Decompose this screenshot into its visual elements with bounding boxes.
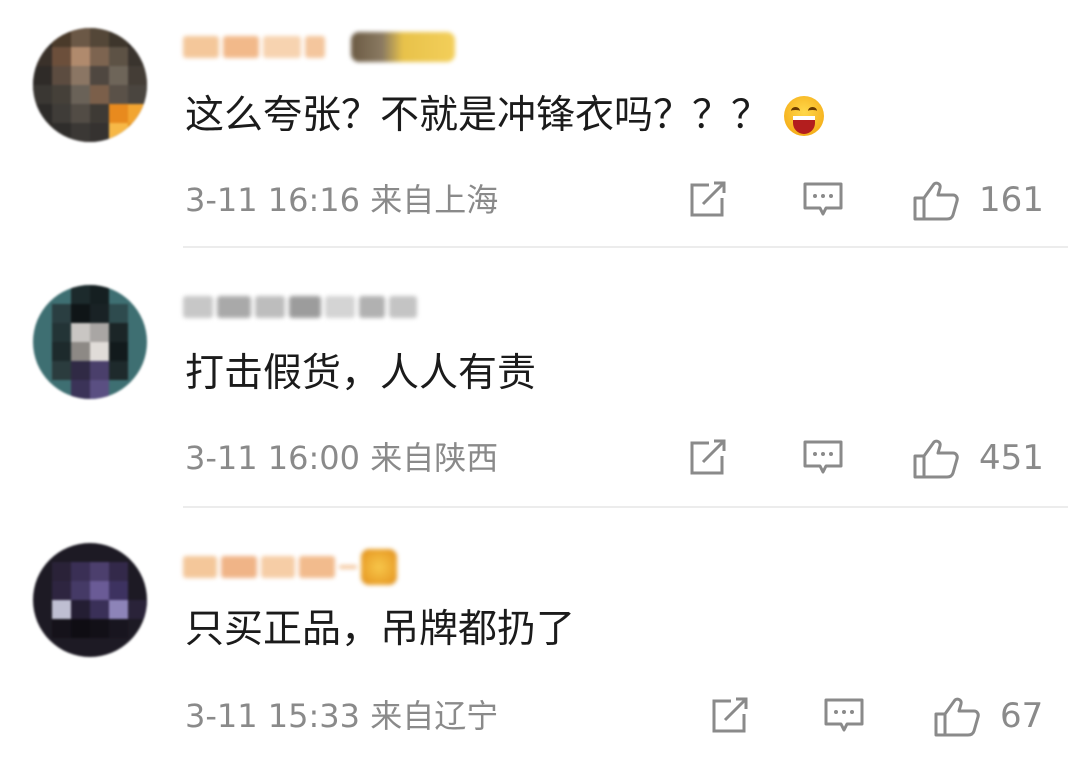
grinning-face-emoji-icon	[784, 96, 825, 136]
like-count: 451	[979, 438, 1044, 478]
username-blurred[interactable]	[183, 549, 397, 585]
divider	[183, 506, 1068, 508]
avatar[interactable]	[33, 28, 147, 142]
timestamp-location: 3-11 16:16 来自上海	[185, 181, 499, 219]
avatar[interactable]	[33, 285, 147, 399]
comment-text: 这么夸张？不就是冲锋衣吗？？？	[185, 88, 825, 144]
comment-text-content: 打击假货，人人有责	[185, 351, 537, 396]
divider	[183, 246, 1068, 248]
comment-icon[interactable]	[823, 696, 865, 736]
username-blurred[interactable]	[183, 30, 455, 64]
comment-text-content: 只买正品，吊牌都扔了	[185, 607, 576, 652]
timestamp-location: 3-11 15:33 来自辽宁	[185, 697, 499, 735]
comment-meta: 3-11 16:16 来自上海 161	[185, 178, 1045, 222]
avatar[interactable]	[33, 543, 147, 657]
like-count: 161	[979, 180, 1044, 220]
comment-icon[interactable]	[802, 180, 844, 220]
like-count: 67	[1000, 696, 1044, 736]
badge-icon	[351, 32, 455, 62]
comment-text-content: 这么夸张？不就是冲锋衣吗？？？	[185, 93, 771, 138]
thumbs-up-icon[interactable]	[933, 696, 981, 738]
comment-text: 打击假货，人人有责	[185, 346, 536, 402]
share-icon[interactable]	[687, 180, 729, 220]
username-blurred[interactable]	[183, 290, 417, 324]
comment-item: 打击假货，人人有责 3-11 16:00 来自陕西 451	[0, 250, 1068, 508]
comment-meta: 3-11 16:00 来自陕西 451	[185, 436, 1045, 480]
comment-item: 这么夸张？不就是冲锋衣吗？？？ 3-11 16:16 来自上海 161	[0, 0, 1068, 250]
comment-text: 只买正品，吊牌都扔了	[185, 602, 575, 658]
comment-item: 只买正品，吊牌都扔了 3-11 15:33 来自辽宁 67	[0, 510, 1068, 758]
timestamp-location: 3-11 16:00 来自陕西	[185, 439, 499, 477]
share-icon[interactable]	[709, 696, 751, 736]
comment-icon[interactable]	[802, 438, 844, 478]
comment-meta: 3-11 15:33 来自辽宁 67	[185, 694, 1045, 738]
thumbs-up-icon[interactable]	[912, 180, 960, 222]
share-icon[interactable]	[687, 438, 729, 478]
badge-icon	[361, 549, 397, 585]
thumbs-up-icon[interactable]	[912, 438, 960, 480]
